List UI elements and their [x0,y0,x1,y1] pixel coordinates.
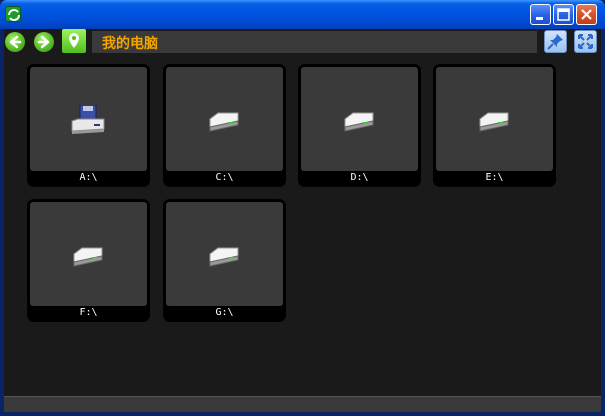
drive-tile-c[interactable]: C:\ [163,64,286,187]
drive-label: F:\ [79,307,98,318]
hard-drive-icon [344,112,374,132]
hard-drive-icon [209,112,239,132]
pin-icon[interactable] [544,30,567,53]
maximize-button[interactable] [553,4,574,25]
status-bar [4,396,601,412]
drive-label: E:\ [485,172,504,183]
drive-tile-face [166,202,283,306]
app-window: 我的电脑 A:\ C:\ D:\ E:\ F:\ G:\ [0,0,605,416]
floppy-drive-icon [71,105,105,134]
drive-tile-face [436,67,553,171]
drive-tile-face [166,67,283,171]
drive-label: D:\ [350,172,369,183]
navigation-bar: 我的电脑 [4,29,601,54]
address-bar[interactable]: 我的电脑 [92,31,537,53]
hard-drive-icon [73,247,103,267]
app-icon [5,6,21,22]
drive-tile-f[interactable]: F:\ [27,199,150,322]
drive-tile-e[interactable]: E:\ [433,64,556,187]
drive-tile-face [30,202,147,306]
drive-label: G:\ [215,307,234,318]
address-text: 我的电脑 [102,36,158,52]
drive-tile-face [301,67,418,171]
window-frame-bottom [0,412,605,416]
minimize-button[interactable] [530,4,551,25]
fullscreen-icon[interactable] [574,30,597,53]
hard-drive-icon [209,247,239,267]
drive-label: C:\ [215,172,234,183]
drive-label: A:\ [79,172,98,183]
title-bar[interactable] [0,0,605,29]
drive-tile-face [30,67,147,171]
hard-drive-icon [479,112,509,132]
back-arrow-icon[interactable] [5,32,25,52]
close-button[interactable] [576,4,597,25]
content-area: 我的电脑 A:\ C:\ D:\ E:\ F:\ G:\ [4,29,601,412]
drive-tile-g[interactable]: G:\ [163,199,286,322]
drive-tile-a[interactable]: A:\ [27,64,150,187]
forward-arrow-icon[interactable] [34,32,54,52]
location-pin-icon[interactable] [62,29,86,53]
drive-tile-d[interactable]: D:\ [298,64,421,187]
